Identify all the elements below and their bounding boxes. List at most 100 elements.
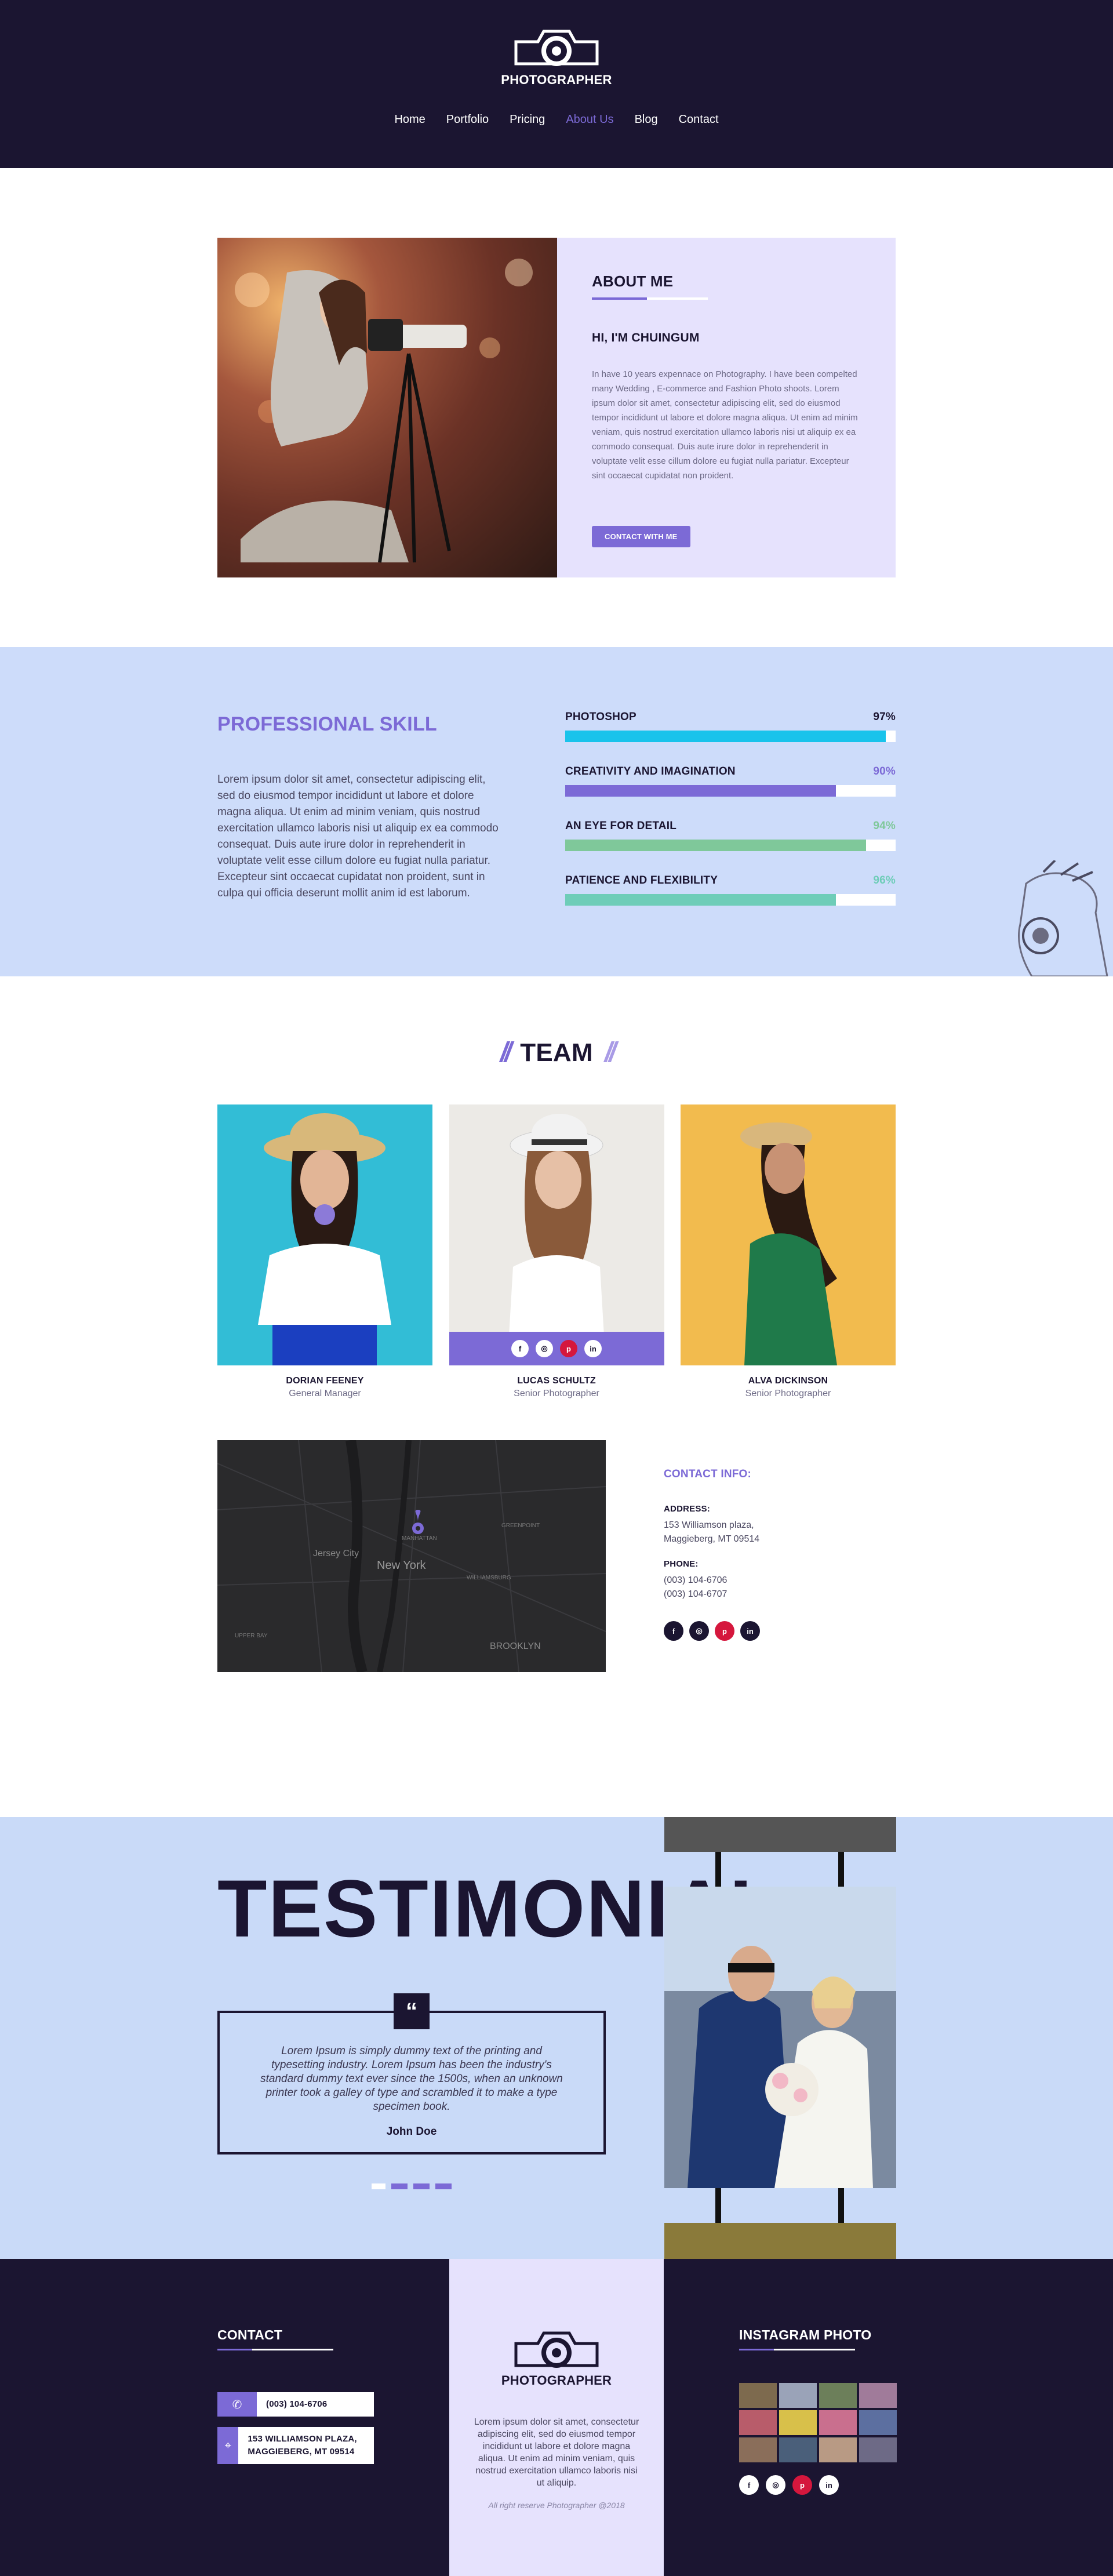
skill-bar-fill bbox=[565, 840, 866, 851]
member-role: Senior Photographer bbox=[745, 1389, 831, 1398]
photographer-illustration bbox=[235, 259, 533, 563]
quote-icon: “ bbox=[394, 1993, 430, 2029]
nav-contact[interactable]: Contact bbox=[679, 113, 719, 126]
phone-number[interactable]: (003) 104-6706 bbox=[664, 1575, 727, 1585]
instagram-icon[interactable]: ◎ bbox=[536, 1340, 553, 1357]
skill-label: PHOTOSHOP bbox=[565, 711, 636, 723]
team-section: // TEAM // DORIAN FEENEY General Manager… bbox=[0, 976, 1113, 1440]
instagram-photo[interactable] bbox=[819, 2383, 857, 2408]
instagram-photo[interactable] bbox=[739, 2437, 777, 2462]
team-card[interactable]: ALVA DICKINSON Senior Photographer bbox=[681, 1104, 896, 1399]
skill-paragraph: Lorem ipsum dolor sit amet, consectetur … bbox=[217, 773, 499, 899]
instagram-photo[interactable] bbox=[739, 2410, 777, 2435]
footer-phone[interactable]: ✆ (003) 104-6706 bbox=[217, 2392, 374, 2417]
decor-slashes: // bbox=[604, 1037, 617, 1068]
instagram-photo[interactable] bbox=[859, 2410, 897, 2435]
site-header: PHOTOGRAPHER Home Portfolio Pricing Abou… bbox=[0, 0, 1113, 168]
skill-label: AN EYE FOR DETAIL bbox=[565, 820, 676, 832]
camera-logo-icon bbox=[514, 2331, 599, 2368]
contact-section: Jersey City New York BROOKLYN MANHATTAN … bbox=[0, 1440, 1113, 1817]
address-line: Maggieberg, MT 09514 bbox=[664, 1534, 760, 1544]
phone-label: PHONE: bbox=[664, 1559, 699, 1569]
member-name: ALVA DICKINSON bbox=[748, 1376, 828, 1386]
instagram-photo[interactable] bbox=[859, 2437, 897, 2462]
pinterest-icon[interactable]: p bbox=[715, 1621, 734, 1641]
facebook-icon[interactable]: f bbox=[664, 1621, 683, 1641]
pinterest-icon[interactable]: p bbox=[560, 1340, 577, 1357]
skill-bar: AN EYE FOR DETAIL 94% bbox=[565, 820, 896, 851]
phone-number[interactable]: (003) 104-6707 bbox=[664, 1589, 727, 1599]
logo[interactable]: PHOTOGRAPHER bbox=[501, 26, 612, 88]
skill-title: PROFESSIONAL SKILL bbox=[217, 713, 437, 735]
testimonial-title: TESTIMONIAL bbox=[217, 1863, 780, 1954]
instagram-photo[interactable] bbox=[819, 2410, 857, 2435]
instagram-photo[interactable] bbox=[739, 2383, 777, 2408]
slider-dot[interactable] bbox=[435, 2183, 452, 2189]
team-card[interactable]: DORIAN FEENEY General Manager bbox=[217, 1104, 432, 1399]
instagram-icon[interactable]: ◎ bbox=[766, 2475, 785, 2495]
about-photo bbox=[217, 238, 557, 577]
slider-dot[interactable] bbox=[372, 2183, 385, 2189]
team-photo: f ◎ p in bbox=[449, 1104, 664, 1365]
camera-logo-icon bbox=[514, 30, 599, 66]
footer-address: ⌖ 153 WILLIAMSON PLAZA, MAGGIEBERG, MT 0… bbox=[217, 2427, 374, 2464]
testimonial-card: “ Lorem Ipsum is simply dummy text of th… bbox=[217, 1993, 606, 2154]
footer-phone-text: (003) 104-6706 bbox=[266, 2399, 328, 2409]
slider-dot[interactable] bbox=[413, 2183, 430, 2189]
team-card[interactable]: f ◎ p in LUCAS SCHULTZ Senior Photograph… bbox=[449, 1104, 664, 1399]
nav-pricing[interactable]: Pricing bbox=[510, 113, 545, 126]
instagram-grid bbox=[739, 2383, 897, 2462]
testimonial-photo-strip bbox=[664, 1817, 896, 2259]
nav-home[interactable]: Home bbox=[394, 113, 425, 126]
site-footer: CONTACT ✆ (003) 104-6706 ⌖ 153 WILLIAMSO… bbox=[0, 2259, 1113, 2576]
nav-blog[interactable]: Blog bbox=[635, 113, 658, 126]
linkedin-icon[interactable]: in bbox=[740, 1621, 760, 1641]
facebook-icon[interactable]: f bbox=[511, 1340, 529, 1357]
footer-contact: CONTACT ✆ (003) 104-6706 ⌖ 153 WILLIAMSO… bbox=[217, 2327, 374, 2464]
skill-bar-fill bbox=[565, 731, 886, 742]
member-role: General Manager bbox=[289, 1389, 361, 1398]
instagram-photo[interactable] bbox=[859, 2383, 897, 2408]
instagram-title: INSTAGRAM PHOTO bbox=[739, 2327, 872, 2342]
decor-slashes: // bbox=[500, 1037, 512, 1068]
skill-percent: 97% bbox=[873, 711, 896, 723]
linkedin-icon[interactable]: in bbox=[819, 2475, 839, 2495]
contact-info-title: CONTACT INFO: bbox=[664, 1468, 752, 1480]
team-title: TEAM bbox=[520, 1038, 593, 1067]
team-photo bbox=[217, 1104, 432, 1365]
nav-portfolio[interactable]: Portfolio bbox=[446, 113, 489, 126]
testimonial-author: John Doe bbox=[386, 2126, 437, 2138]
pinterest-icon[interactable]: p bbox=[792, 2475, 812, 2495]
member-name: DORIAN FEENEY bbox=[286, 1376, 364, 1386]
footer-brand-name: PHOTOGRAPHER bbox=[501, 2373, 612, 2388]
instagram-photo[interactable] bbox=[779, 2437, 817, 2462]
about-paragraph: In have 10 years expennace on Photograph… bbox=[592, 369, 858, 481]
contact-social-links: f ◎ p in bbox=[664, 1621, 760, 1641]
footer-about: Lorem ipsum dolor sit amet, consectetur … bbox=[474, 2417, 639, 2488]
instagram-photo[interactable] bbox=[779, 2410, 817, 2435]
facebook-icon[interactable]: f bbox=[739, 2475, 759, 2495]
map-label: UPPER BAY bbox=[235, 1633, 268, 1639]
contact-info: CONTACT INFO: ADDRESS: 153 Williamson pl… bbox=[664, 1440, 760, 1672]
address-line: 153 Williamson plaza, bbox=[664, 1520, 754, 1530]
slider-dot[interactable] bbox=[391, 2183, 408, 2189]
instagram-icon[interactable]: ◎ bbox=[689, 1621, 709, 1641]
map-label: Jersey City bbox=[313, 1549, 359, 1558]
location-map[interactable]: Jersey City New York BROOKLYN MANHATTAN … bbox=[217, 1440, 606, 1672]
skill-bars: PHOTOSHOP 97% CREATIVITY AND IMAGINATION 9… bbox=[565, 711, 896, 929]
nav-about-us[interactable]: About Us bbox=[566, 113, 613, 126]
linkedin-icon[interactable]: in bbox=[584, 1340, 602, 1357]
instagram-photo[interactable] bbox=[779, 2383, 817, 2408]
skill-bar: CREATIVITY AND IMAGINATION 90% bbox=[565, 765, 896, 797]
contact-with-me-button[interactable]: CONTACT WITH ME bbox=[592, 526, 690, 547]
about-subtitle: HI, I'M CHUINGUM bbox=[592, 331, 700, 344]
skill-section: PROFESSIONAL SKILL Lorem ipsum dolor sit… bbox=[0, 647, 1113, 976]
photographer-sketch-illustration bbox=[1018, 860, 1108, 976]
instagram-photo[interactable] bbox=[819, 2437, 857, 2462]
skill-bar-fill bbox=[565, 785, 836, 797]
slider-dots bbox=[217, 2183, 606, 2189]
testimonial-quote: Lorem Ipsum is simply dummy text of the … bbox=[260, 2045, 563, 2113]
location-icon: ⌖ bbox=[217, 2427, 239, 2464]
footer-contact-title: CONTACT bbox=[217, 2327, 283, 2342]
map-label: MANHATTAN bbox=[402, 1535, 437, 1542]
